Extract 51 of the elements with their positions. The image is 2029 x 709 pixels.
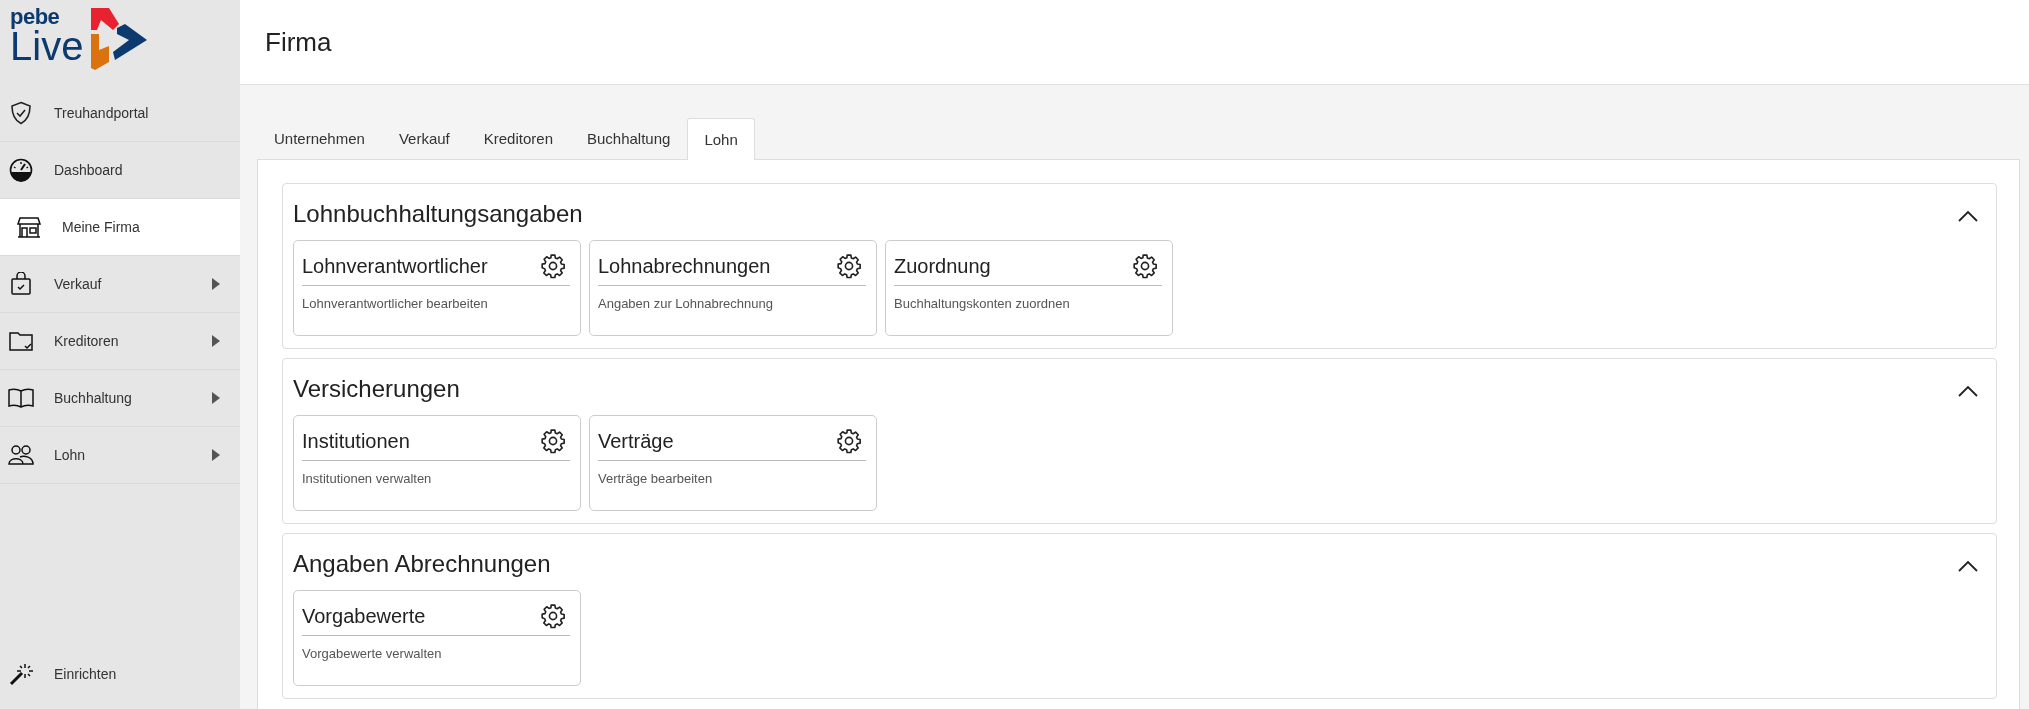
- card-description: Lohnverantwortlicher bearbeiten: [302, 296, 489, 311]
- card-title: Institutionen: [302, 429, 410, 453]
- settings-card[interactable]: Verträge Verträge bearbeiten: [589, 415, 877, 511]
- section-title: Angaben Abrechnungen: [293, 550, 551, 578]
- card-title: Zuordnung: [894, 254, 991, 278]
- caret-right-icon: [212, 278, 220, 290]
- tab[interactable]: Lohn: [687, 118, 755, 160]
- section-title: Lohnbuchhaltungsangaben: [293, 200, 583, 228]
- card-description: Vorgabewerte verwalten: [302, 646, 443, 661]
- section-title: Versicherungen: [293, 375, 460, 403]
- caret-right-icon: [212, 449, 220, 461]
- shopping-bag-icon: [8, 272, 34, 296]
- chevron-up-icon[interactable]: [1958, 385, 1978, 397]
- chevron-up-icon[interactable]: [1958, 560, 1978, 572]
- storefront-icon: [16, 215, 42, 239]
- settings-card[interactable]: Lohnverantwortlicher Lohnverantwortlicher bearbeiten: [293, 240, 581, 336]
- logo-text: pebe: [10, 6, 60, 28]
- open-book-icon: [8, 387, 34, 409]
- tab[interactable]: Buchhaltung: [570, 117, 688, 159]
- card-title: Verträge: [598, 429, 674, 453]
- magic-wand-icon: [8, 662, 34, 686]
- sidebar-item[interactable]: Meine Firma: [0, 199, 240, 256]
- caret-right-icon: [212, 335, 220, 347]
- card-title: Lohnverantwortlicher: [302, 254, 488, 278]
- settings-icon[interactable]: [836, 428, 862, 454]
- card-description: Angaben zur Lohnabrechnung: [598, 296, 774, 311]
- gauge-icon: [8, 158, 34, 182]
- page-title: Firma: [265, 26, 332, 58]
- card-title: Vorgabewerte: [302, 604, 426, 628]
- settings-card[interactable]: Institutionen Institutionen verwalten: [293, 415, 581, 511]
- people-icon: [8, 444, 34, 466]
- card-description: Verträge bearbeiten: [598, 471, 714, 486]
- folder-check-icon: [8, 330, 34, 352]
- tab[interactable]: Verkauf: [381, 117, 467, 159]
- tab[interactable]: Kreditoren: [466, 117, 570, 159]
- sidebar-item[interactable]: Einrichten: [0, 639, 240, 709]
- settings-icon[interactable]: [540, 603, 566, 629]
- settings-icon[interactable]: [540, 253, 566, 279]
- card-description: Institutionen verwalten: [302, 471, 433, 486]
- shield-check-icon: [8, 101, 34, 125]
- settings-card[interactable]: Lohnabrechnungen Angaben zur Lohnabrechnung: [589, 240, 877, 336]
- settings-icon[interactable]: [540, 428, 566, 454]
- chevron-up-icon[interactable]: [1958, 210, 1978, 222]
- card-title: Lohnabrechnungen: [598, 254, 771, 278]
- tab[interactable]: Unternehmen: [257, 117, 382, 159]
- settings-card[interactable]: Vorgabewerte Vorgabewerte verwalten: [293, 590, 581, 686]
- card-description: Buchhaltungskonten zuordnen: [894, 296, 1071, 311]
- settings-icon[interactable]: [1132, 253, 1158, 279]
- settings-icon[interactable]: [836, 253, 862, 279]
- caret-right-icon: [212, 392, 220, 404]
- settings-card[interactable]: Zuordnung Buchhaltungskonten zuordnen: [885, 240, 1173, 336]
